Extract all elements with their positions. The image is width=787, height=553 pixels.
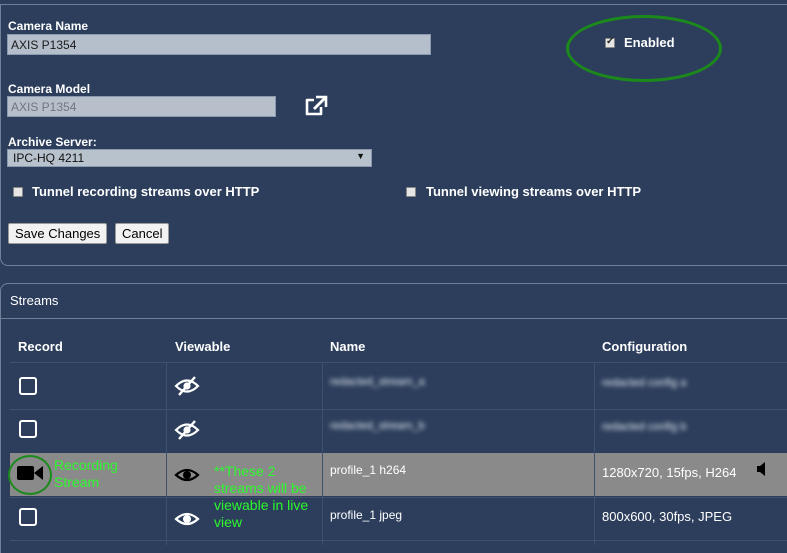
eye-icon[interactable]: [174, 510, 200, 528]
archive-server-label: Archive Server:: [8, 135, 97, 149]
chevron-down-icon: ▼: [356, 151, 365, 161]
column-header-viewable: Viewable: [175, 339, 231, 354]
cancel-button[interactable]: Cancel: [115, 223, 170, 244]
stream-configuration: 1280x720, 15fps, H264: [602, 465, 737, 480]
table-divider: [10, 362, 787, 363]
eye-icon[interactable]: [174, 466, 200, 484]
streams-title: Streams: [10, 293, 59, 308]
speaker-icon: [757, 462, 767, 476]
column-divider: [594, 362, 595, 545]
tunnel-viewing-label: Tunnel viewing streams over HTTP: [426, 184, 642, 199]
recording-stream-note: Recording Stream: [54, 457, 118, 490]
archive-server-value: IPC-HQ 4211: [13, 151, 85, 165]
viewable-streams-note: **These 2 streams will be viewable in li…: [214, 463, 309, 530]
table-divider: [10, 540, 787, 541]
stream-configuration: redacted config a: [602, 377, 687, 389]
camera-name-input[interactable]: [7, 34, 431, 55]
stream-name: profile_1 jpeg: [330, 508, 403, 522]
camera-model-label: Camera Model: [8, 82, 91, 96]
column-header-record: Record: [18, 339, 63, 354]
recording-highlight-ring: [8, 455, 52, 495]
column-divider: [166, 362, 167, 545]
external-link-icon[interactable]: [303, 94, 329, 118]
streams-panel-header: Streams: [1, 284, 787, 319]
record-checkbox[interactable]: [19, 508, 37, 526]
stream-configuration: redacted config b: [602, 421, 687, 433]
archive-server-select[interactable]: IPC-HQ 4211 ▼: [7, 149, 372, 167]
stream-name: redacted_stream_a: [330, 376, 425, 388]
eye-slash-icon[interactable]: [174, 420, 200, 440]
column-divider: [322, 362, 323, 545]
column-header-name: Name: [330, 339, 366, 354]
tunnel-recording-checkbox[interactable]: [13, 187, 23, 197]
stream-name: redacted_stream_b: [330, 420, 425, 432]
record-checkbox[interactable]: [19, 420, 37, 438]
stream-name: profile_1 h264: [330, 463, 407, 477]
camera-model-input: [7, 96, 276, 117]
save-changes-button[interactable]: Save Changes: [8, 223, 108, 244]
stream-configuration: 800x600, 30fps, JPEG: [602, 509, 733, 524]
tunnel-recording-label: Tunnel recording streams over HTTP: [32, 184, 260, 199]
record-checkbox[interactable]: [19, 377, 37, 395]
camera-name-label: Camera Name: [8, 19, 89, 33]
tunnel-viewing-checkbox[interactable]: [406, 187, 416, 197]
column-header-configuration: Configuration: [602, 339, 688, 354]
table-divider: [10, 409, 787, 410]
eye-slash-icon[interactable]: [174, 376, 200, 396]
table-divider: [10, 497, 787, 498]
enabled-highlight-ring: [566, 15, 722, 82]
